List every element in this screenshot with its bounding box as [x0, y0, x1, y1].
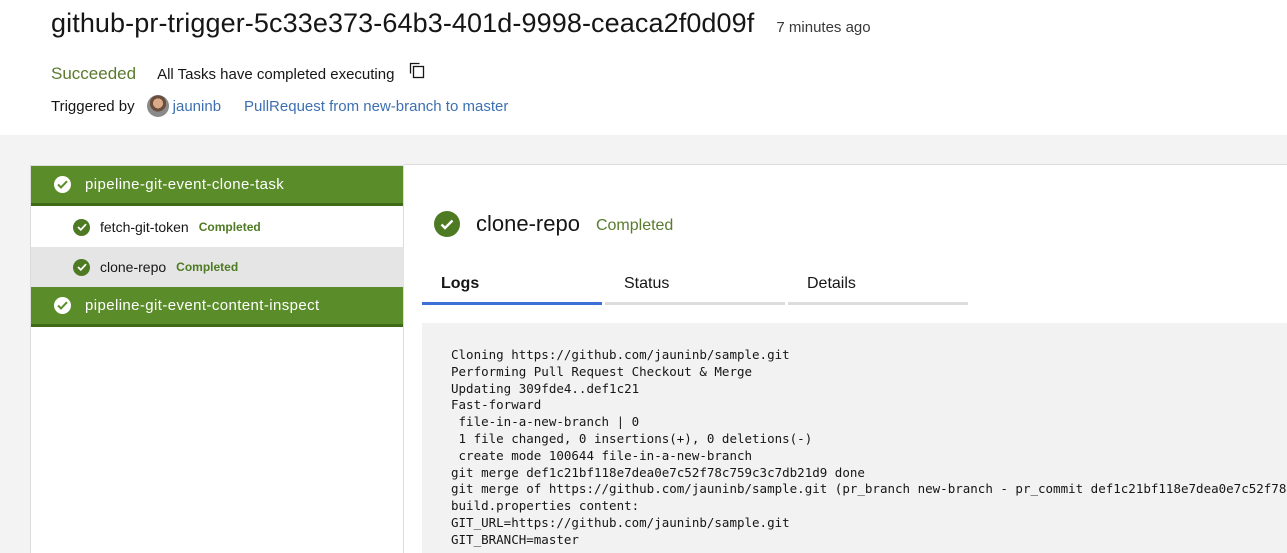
trigger-event-link[interactable]: PullRequest from new-branch to master [244, 98, 508, 115]
run-status: Succeeded [51, 64, 137, 83]
run-timestamp: 7 minutes ago [776, 19, 871, 36]
log-line: Cloning https://github.com/jauninb/sampl… [451, 347, 790, 362]
log-line: build.properties content: [451, 498, 640, 514]
step-name: fetch-git-token [100, 219, 189, 235]
log-line: Performing Pull Request Checkout & Merge [451, 363, 753, 379]
checkmark-circle-icon [73, 258, 90, 276]
run-header: github-pr-trigger-5c33e373-64b3-401d-999… [0, 0, 1287, 135]
step-name: clone-repo [100, 259, 167, 275]
step-status: Completed [595, 217, 674, 234]
checkmark-circle-icon [73, 218, 90, 236]
step-status-badge: Completed [198, 220, 261, 234]
tab-details[interactable]: Details [788, 265, 968, 305]
checkmark-circle-icon [54, 297, 71, 314]
checkmark-circle-icon [54, 176, 71, 193]
pipeline-run-title: github-pr-trigger-5c33e373-64b3-401d-999… [51, 8, 755, 38]
checkmark-circle-icon [434, 211, 460, 237]
task-name: pipeline-git-event-clone-task [85, 176, 285, 193]
task-name: pipeline-git-event-content-inspect [85, 297, 320, 314]
run-status-message: All Tasks have completed executing [157, 65, 395, 83]
tab-bar: Logs Status Details [422, 265, 971, 305]
log-line: git merge def1c21bf118e7dea0e7c52f78c759… [451, 464, 865, 480]
step-item-clone-repo[interactable]: clone-repo Completed [31, 247, 416, 287]
copy-icon[interactable] [408, 61, 426, 79]
log-line: git merge of https://github.com/jauninb/… [451, 481, 1287, 497]
trigger-user-link[interactable]: jauninb [173, 98, 221, 115]
log-line: file-in-a-new-branch | 0 [451, 414, 640, 430]
task-item-clone-task[interactable]: pipeline-git-event-clone-task [31, 166, 403, 206]
trigger-row: Triggered by jauninb PullRequest from ne… [51, 95, 508, 117]
triggered-by-label: Triggered by [51, 97, 135, 115]
step-title: clone-repo [476, 211, 580, 236]
step-detail-panel: clone-repo Completed Logs Status Details… [404, 165, 1287, 553]
log-line: Updating 309fde4..def1c21 [451, 380, 640, 396]
step-item-fetch-git-token[interactable]: fetch-git-token Completed [31, 207, 403, 247]
tab-logs[interactable]: Logs [422, 265, 602, 305]
title-row: github-pr-trigger-5c33e373-64b3-401d-999… [51, 8, 871, 39]
log-line: create mode 100644 file-in-a-new-branch [451, 447, 753, 463]
task-tree: pipeline-git-event-clone-task fetch-git-… [30, 165, 416, 553]
user-avatar [146, 95, 169, 117]
log-line: Fast-forward [451, 397, 542, 413]
step-header: clone-repo Completed [434, 211, 673, 237]
log-output[interactable]: Cloning https://github.com/jauninb/sampl… [422, 323, 1287, 553]
tab-status[interactable]: Status [605, 265, 785, 305]
status-row: Succeeded All Tasks have completed execu… [51, 61, 426, 84]
step-status-badge: Completed [176, 260, 239, 274]
task-item-content-inspect[interactable]: pipeline-git-event-content-inspect [31, 287, 403, 327]
log-line: GIT_URL=https://github.com/jauninb/sampl… [451, 514, 790, 530]
log-line: GIT_BRANCH=master [451, 531, 579, 547]
log-line: 1 file changed, 0 insertions(+), 0 delet… [451, 430, 813, 446]
